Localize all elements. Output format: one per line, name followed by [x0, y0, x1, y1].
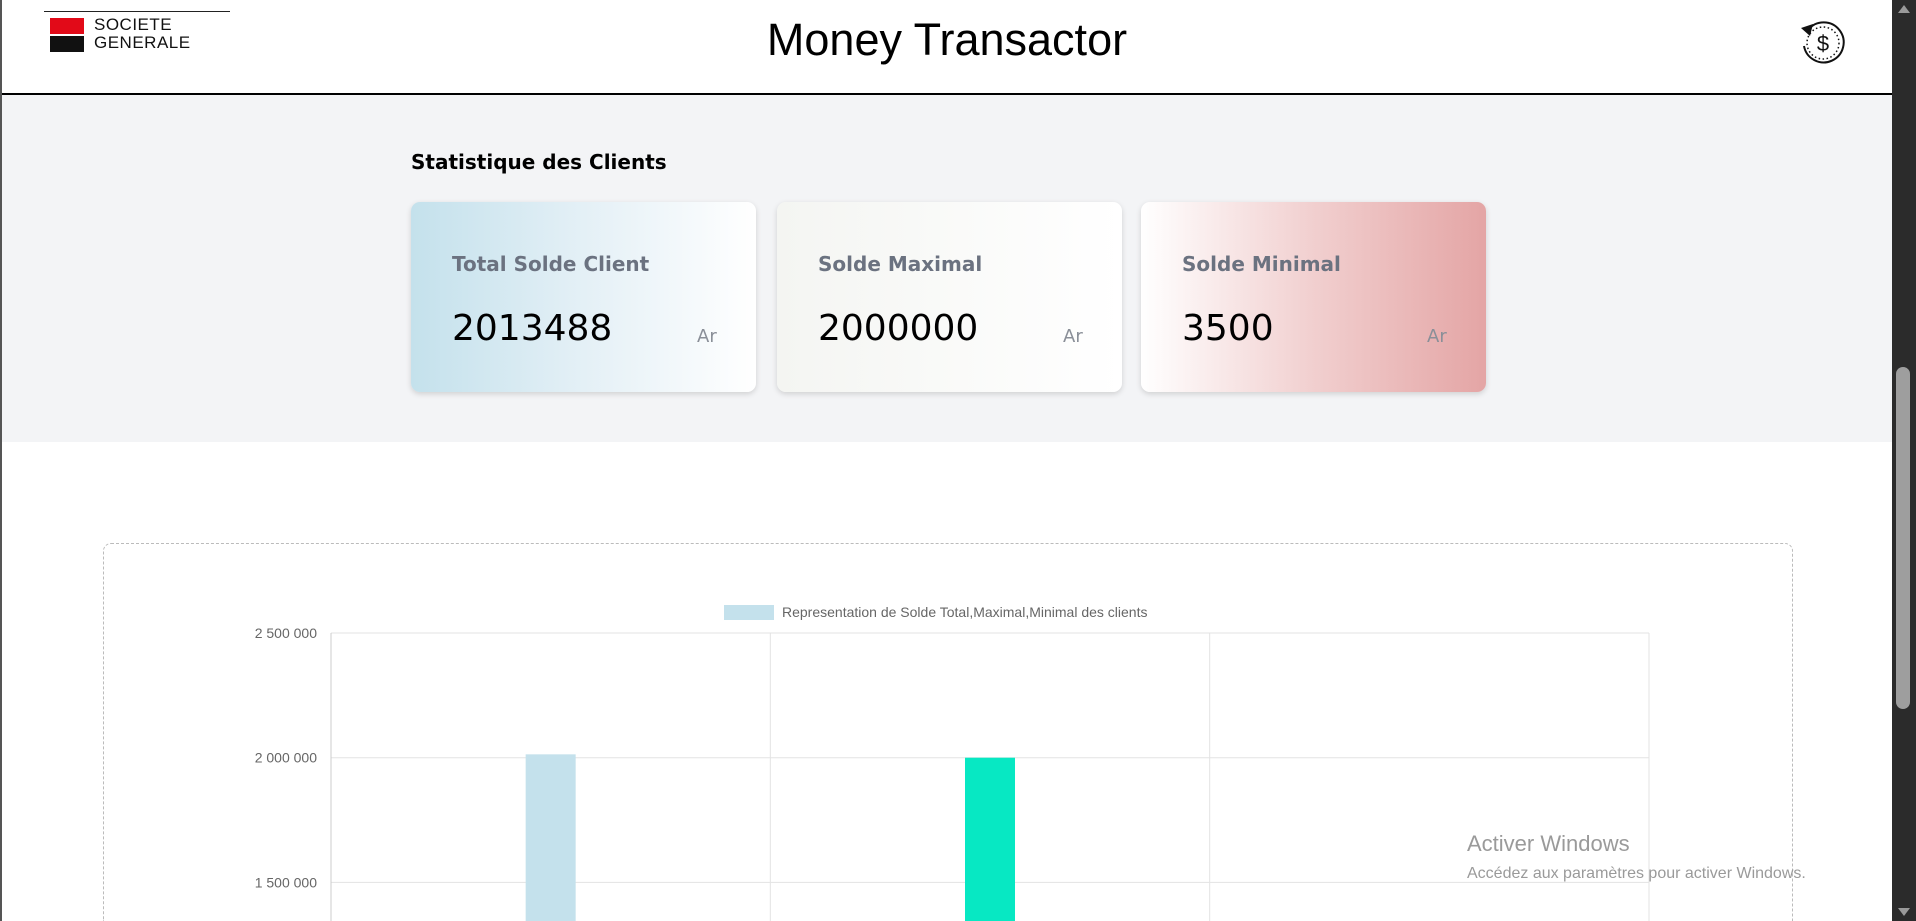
scroll-down-arrow-icon[interactable]: [1898, 908, 1910, 916]
windows-activation-title: Activer Windows: [1467, 831, 1630, 856]
scrollbar-thumb[interactable]: [1896, 367, 1910, 709]
legend-swatch[interactable]: [724, 605, 774, 620]
vertical-scrollbar[interactable]: [1892, 0, 1916, 921]
windows-activation-subtitle: Accédez aux paramètres pour activer Wind…: [1467, 865, 1806, 882]
bar-chart: Representation de Solde Total,Maximal,Mi…: [255, 604, 1650, 921]
legend-label[interactable]: Representation de Solde Total,Maximal,Mi…: [782, 604, 1147, 620]
bar: [525, 754, 576, 921]
page: SOCIETE GENERALE Money Transactor $ Stati…: [0, 0, 1892, 921]
bar: [965, 757, 1015, 921]
y-tick-label: 1 500 000: [255, 874, 317, 890]
y-tick-label: 2 500 000: [255, 625, 317, 641]
scroll-up-arrow-icon[interactable]: [1898, 5, 1910, 13]
y-tick-label: 2 000 000: [255, 750, 317, 766]
